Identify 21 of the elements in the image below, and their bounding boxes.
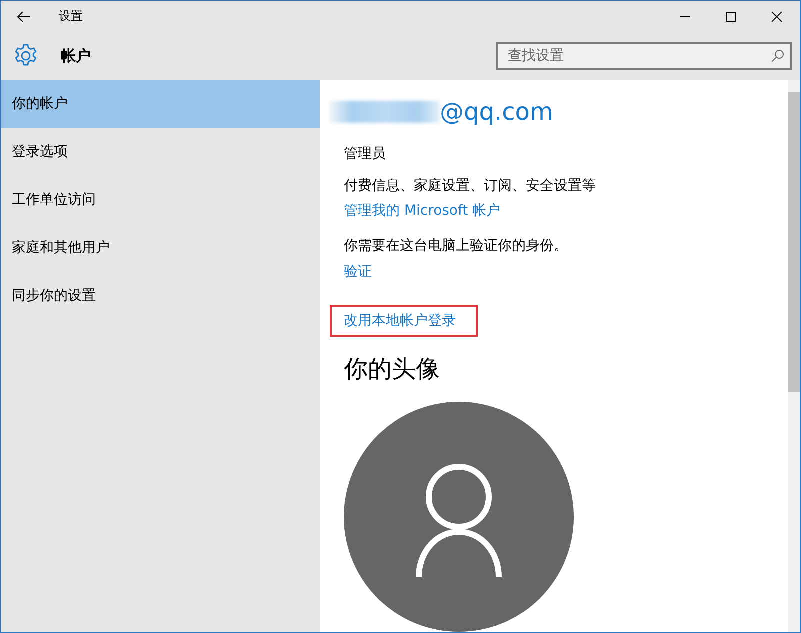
search-icon — [771, 49, 785, 63]
sidebar-item[interactable]: 你的帐户 — [1, 80, 320, 128]
back-arrow-icon — [17, 10, 31, 22]
sidebar-item[interactable]: 同步你的设置 — [1, 272, 320, 320]
verify-message: 你需要在这台电脑上验证你的身份。 — [344, 237, 568, 256]
local-account-link[interactable]: 改用本地帐户登录 — [330, 304, 478, 337]
account-description: 付费信息、家庭设置、订阅、安全设置等 — [344, 177, 596, 196]
sidebar-item[interactable]: 工作单位访问 — [1, 176, 320, 224]
maximize-icon — [725, 10, 737, 22]
close-icon — [771, 10, 783, 22]
account-role: 管理员 — [344, 145, 386, 164]
sidebar-item[interactable]: 家庭和其他用户 — [1, 224, 320, 272]
search-field[interactable]: 查找设置 — [496, 42, 792, 70]
verify-link[interactable]: 验证 — [344, 262, 372, 281]
avatar-heading: 你的头像 — [344, 354, 440, 385]
page-title: 帐户 — [61, 46, 92, 66]
account-email: @qq.com — [440, 98, 554, 126]
sidebar-item[interactable]: 登录选项 — [1, 128, 320, 176]
scrollbar[interactable] — [788, 80, 800, 632]
window-title: 设置 — [59, 8, 84, 25]
manage-account-link[interactable]: 管理我的 Microsoft 帐户 — [344, 202, 501, 220]
